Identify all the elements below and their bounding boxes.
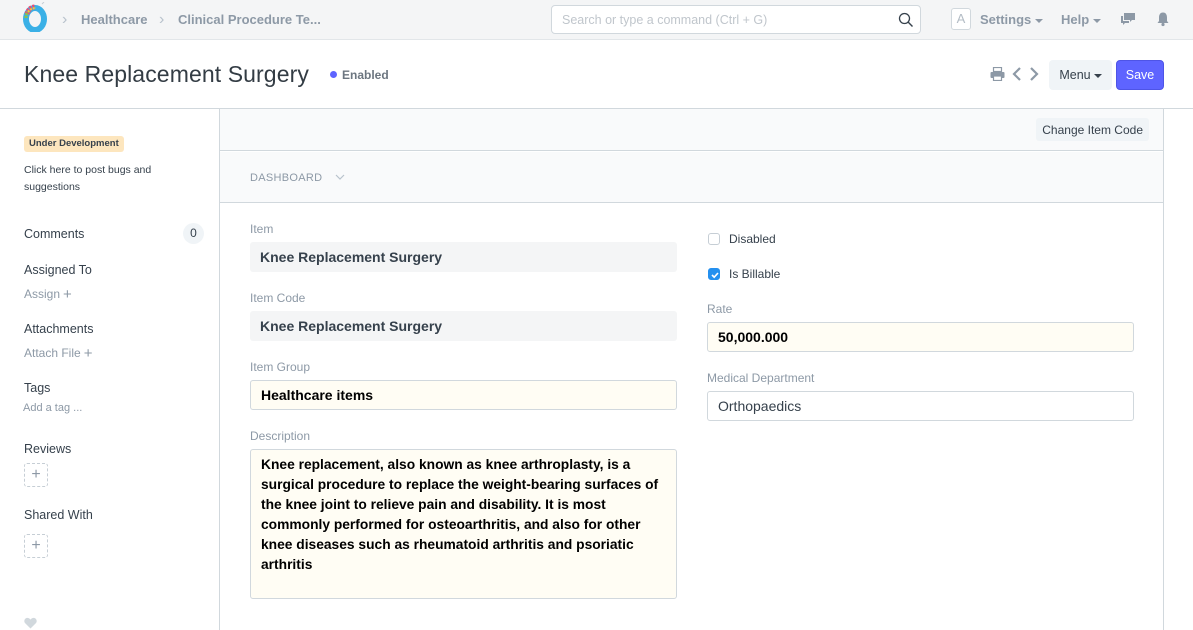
assign-label: Assign	[24, 287, 61, 301]
form-main: Change Item Code DASHBOARD Item Knee Rep…	[219, 109, 1164, 630]
breadcrumb-healthcare[interactable]: Healthcare	[81, 12, 147, 27]
item-code-field: Knee Replacement Surgery	[250, 311, 677, 341]
print-icon[interactable]	[990, 67, 1005, 81]
chat-icon[interactable]	[1120, 11, 1136, 27]
search-bar	[551, 5, 921, 34]
assigned-to-label: Assigned To	[24, 263, 92, 277]
caret-down-icon	[1093, 73, 1102, 78]
plus-icon: +	[83, 345, 93, 362]
previous-record-icon[interactable]	[1012, 66, 1022, 82]
breadcrumb-separator-icon: ›	[62, 11, 68, 28]
breadcrumb-separator-icon: ›	[159, 11, 165, 28]
plus-icon: +	[31, 466, 41, 483]
user-avatar[interactable]: A	[951, 8, 971, 30]
report-bugs-link[interactable]: Click here to post bugs and suggestions	[24, 162, 174, 196]
reviews-label: Reviews	[24, 442, 72, 456]
help-dropdown[interactable]: Help	[1061, 12, 1102, 27]
menu-button[interactable]: Menu	[1049, 60, 1112, 90]
dashboard-label: DASHBOARD	[250, 172, 323, 184]
page-header: Knee Replacement Surgery Enabled Menu Sa…	[0, 41, 1193, 109]
plus-icon: +	[31, 537, 41, 554]
medical-department-input[interactable]	[707, 391, 1134, 421]
next-record-icon[interactable]	[1029, 66, 1039, 82]
plus-icon: +	[63, 286, 72, 303]
save-button[interactable]: Save	[1116, 60, 1164, 90]
item-code-label: Item Code	[250, 291, 306, 305]
item-group-input[interactable]	[250, 380, 677, 410]
rate-input[interactable]	[707, 322, 1134, 352]
app-logo-icon[interactable]	[22, 2, 48, 32]
comments-count: 0	[183, 223, 204, 244]
notification-bell-icon[interactable]	[1155, 11, 1171, 27]
dashboard-section-toggle[interactable]: DASHBOARD	[220, 152, 1163, 203]
add-tag-input[interactable]	[23, 402, 173, 414]
description-label: Description	[250, 429, 311, 443]
is-billable-label[interactable]: Is Billable	[729, 267, 780, 281]
attach-file-label: Attach File	[24, 346, 81, 360]
status-badge: Enabled	[330, 68, 389, 82]
medical-department-label: Medical Department	[707, 371, 815, 385]
caret-down-icon	[1035, 18, 1044, 23]
page-title: Knee Replacement Surgery	[24, 61, 309, 87]
item-group-label: Item Group	[250, 360, 311, 374]
form-sidebar: Under Development Click here to post bug…	[0, 110, 219, 630]
assign-button[interactable]: Assign +	[24, 286, 72, 303]
add-review-button[interactable]: +	[24, 463, 48, 487]
description-textarea[interactable]: Knee replacement, also known as knee art…	[250, 449, 677, 599]
comments-label[interactable]: Comments	[24, 227, 84, 241]
attachments-label: Attachments	[24, 322, 94, 336]
checkmark-icon	[711, 272, 719, 279]
tags-label: Tags	[24, 381, 51, 395]
disabled-checkbox[interactable]	[708, 233, 720, 245]
status-dot-icon	[330, 71, 337, 78]
search-icon[interactable]	[898, 12, 914, 28]
item-field: Knee Replacement Surgery	[250, 242, 677, 272]
help-label: Help	[1061, 12, 1090, 27]
settings-dropdown[interactable]: Settings	[980, 12, 1044, 27]
shared-with-label: Shared With	[24, 508, 93, 522]
change-item-code-button[interactable]: Change Item Code	[1036, 118, 1149, 141]
is-billable-checkbox[interactable]	[708, 268, 720, 280]
rate-label: Rate	[707, 302, 733, 316]
menu-label: Menu	[1059, 68, 1091, 82]
under-development-badge: Under Development	[24, 136, 124, 152]
caret-down-icon	[1093, 18, 1102, 23]
add-share-button[interactable]: +	[24, 534, 48, 558]
breadcrumb-clinical-procedure-template[interactable]: Clinical Procedure Te...	[178, 12, 321, 27]
status-label: Enabled	[342, 68, 389, 82]
search-input[interactable]	[552, 6, 882, 33]
form-toolbar: Change Item Code	[220, 109, 1163, 151]
item-label: Item	[250, 222, 274, 236]
navbar: › Healthcare › Clinical Procedure Te... …	[0, 0, 1193, 40]
settings-label: Settings	[980, 12, 1032, 27]
disabled-label[interactable]: Disabled	[729, 232, 776, 246]
like-heart-icon[interactable]	[24, 617, 37, 629]
chevron-down-icon	[335, 174, 345, 180]
attach-file-button[interactable]: Attach File +	[24, 345, 92, 362]
